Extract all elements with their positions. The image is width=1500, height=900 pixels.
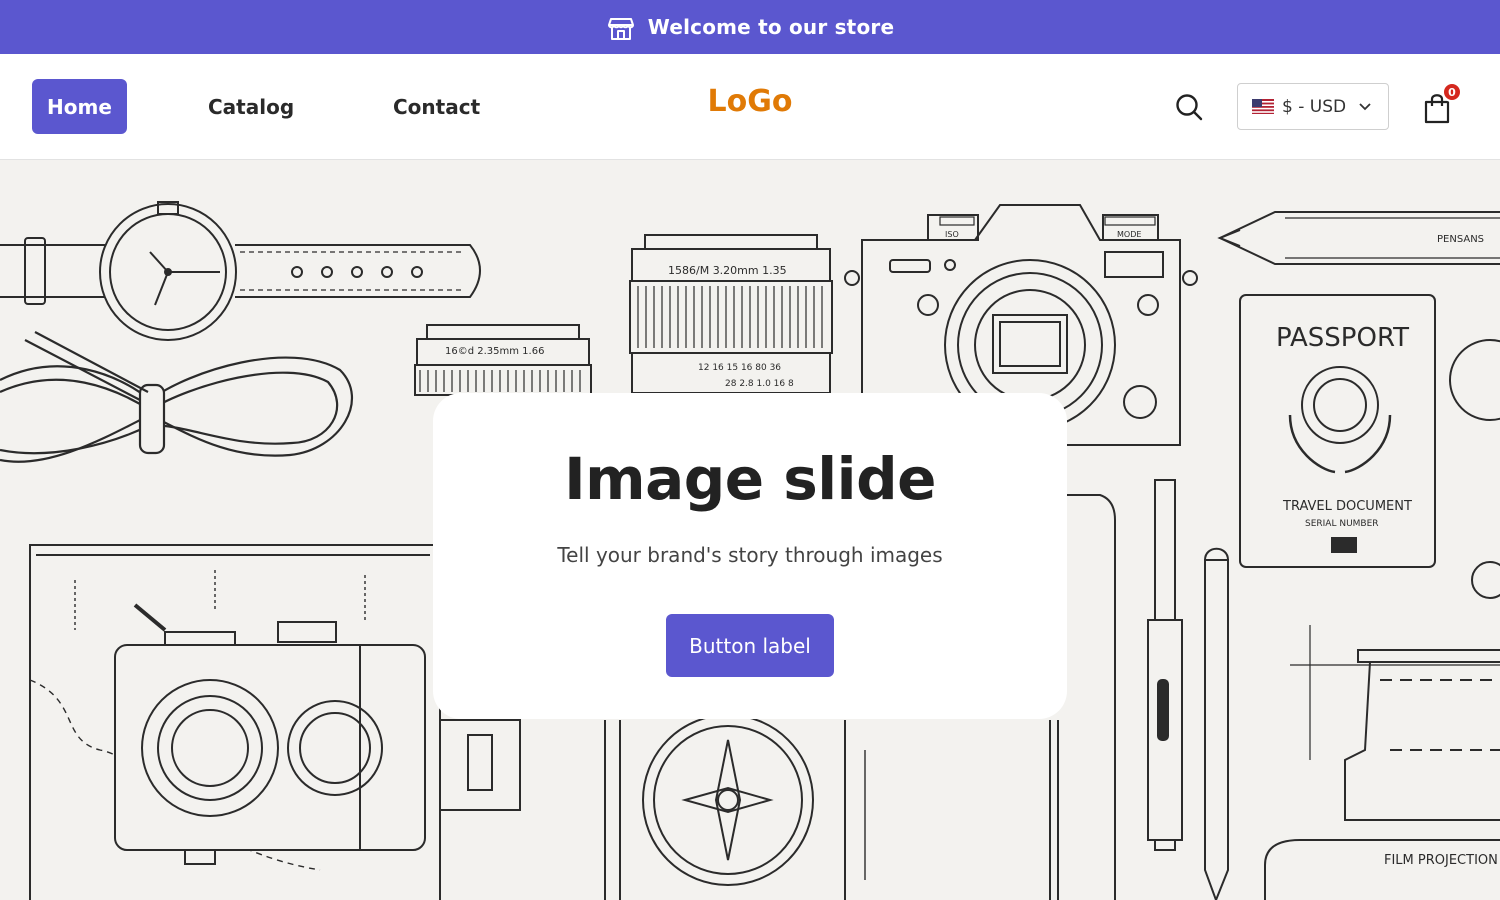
rope-illustration [0,331,353,463]
pens-illustration [1147,479,1229,900]
search-icon [1176,94,1203,121]
svg-text:12 16 15 16 80 36: 12 16 15 16 80 36 [698,363,781,373]
hero-content-card: Image slide Tell your brand's story thro… [433,393,1067,719]
nav-catalog-link[interactable]: Catalog [208,79,294,134]
cart-button[interactable]: 0 [1420,82,1464,128]
svg-text:SERIAL NUMBER: SERIAL NUMBER [1305,519,1379,529]
watch-illustration [0,201,481,341]
svg-text:PASSPORT: PASSPORT [1276,323,1409,353]
svg-text:ISO: ISO [945,230,959,239]
announcement-text: Welcome to our store [647,15,895,39]
store-icon [606,12,636,42]
nav-home-link[interactable]: Home [32,79,127,134]
svg-text:PENSANS: PENSANS [1437,234,1484,245]
svg-text:MODE: MODE [1117,230,1141,239]
svg-text:FILM PROJECTION: FILM PROJECTION [1384,853,1498,868]
currency-selector[interactable]: $ - USD [1237,83,1389,130]
small-lens-illustration: 16©d 2.35mm 1.66 [414,324,592,396]
svg-text:TRAVEL DOCUMENT: TRAVEL DOCUMENT [1282,499,1412,514]
hero-subtitle: Tell your brand's story through images [557,543,943,567]
us-flag-icon [1252,99,1274,114]
nav-contact-link[interactable]: Contact [393,79,480,134]
film-projector-illustration: FILM PROJECTION [1264,625,1500,900]
cart-count-badge: 0 [1442,82,1462,102]
site-header: Home Catalog Contact LoGo $ - USD 0 [0,54,1500,160]
large-lens-illustration: 1586/M 3.20mm 1.35 12 16 15 16 80 36 28 … [629,234,833,394]
announcement-bar: Welcome to our store [0,0,1500,54]
site-logo[interactable]: LoGo [708,84,793,119]
hero-slide: 16©d 2.35mm 1.66 1586/M 3.20mm 1.35 12 1… [0,160,1500,900]
chevron-down-icon [1358,102,1372,112]
compass-illustration [604,714,814,900]
hero-title: Image slide [564,445,936,513]
passport-illustration: PASSPORT TRAVEL DOCUMENT SERIAL NUMBER [1239,294,1500,599]
pencil-illustration: PENSANS [1217,211,1500,265]
currency-label: $ - USD [1282,96,1347,117]
hero-cta-button[interactable]: Button label [666,614,834,677]
svg-text:1586/M 3.20mm 1.35: 1586/M 3.20mm 1.35 [668,264,787,277]
svg-text:28 2.8 1.0 16 8: 28 2.8 1.0 16 8 [725,379,794,389]
svg-text:16©d 2.35mm 1.66: 16©d 2.35mm 1.66 [445,346,544,357]
search-button[interactable] [1172,90,1206,124]
